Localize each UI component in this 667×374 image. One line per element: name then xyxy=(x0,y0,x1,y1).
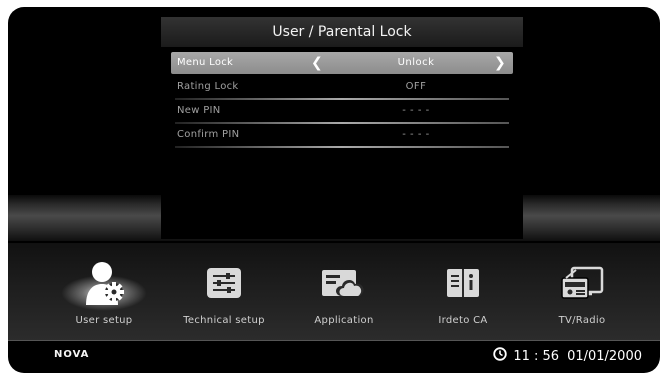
row-label: Menu Lock xyxy=(177,57,234,68)
menu-item-tv-radio[interactable]: TV/Radio xyxy=(527,257,637,326)
menu-item-application[interactable]: Application xyxy=(289,257,399,326)
main-menu: User setup Technical setup Application I… xyxy=(8,257,660,337)
settings-list: Menu Lock ❮ Unlock ❯ Rating Lock OFF New… xyxy=(161,52,523,148)
confirm-pin-row[interactable]: Confirm PIN - - - - xyxy=(171,124,513,148)
radio-tv-icon xyxy=(527,257,637,309)
clock-date: 01/01/2000 xyxy=(567,348,642,364)
row-value: - - - - xyxy=(402,129,430,140)
clock-time: 11 : 56 xyxy=(513,348,560,364)
parental-lock-dialog: User / Parental Lock Menu Lock ❮ Unlock … xyxy=(161,17,523,239)
new-pin-row[interactable]: New PIN - - - - xyxy=(171,100,513,124)
clock: 11 : 56 01/01/2000 xyxy=(493,347,642,365)
menu-item-label: Technical setup xyxy=(183,315,265,326)
status-bar: NOVA 11 : 56 01/01/2000 xyxy=(8,341,660,373)
row-value: OFF xyxy=(405,81,427,92)
sliders-icon xyxy=(169,257,279,309)
chevron-right-icon[interactable]: ❯ xyxy=(494,52,506,74)
row-label: Rating Lock xyxy=(177,81,239,92)
brand-logo: NOVA xyxy=(54,349,90,360)
row-value: - - - - xyxy=(402,105,430,116)
dialog-title: User / Parental Lock xyxy=(161,17,523,47)
menu-item-label: TV/Radio xyxy=(558,315,606,326)
row-label: Confirm PIN xyxy=(177,129,240,140)
menu-item-irdeto-ca[interactable]: Irdeto CA xyxy=(408,257,518,326)
clock-icon xyxy=(493,347,508,365)
menu-item-label: Application xyxy=(314,315,374,326)
cloud-app-icon xyxy=(289,257,399,309)
tv-screen: User / Parental Lock Menu Lock ❮ Unlock … xyxy=(8,7,660,373)
rating-lock-row[interactable]: Rating Lock OFF xyxy=(171,76,513,100)
menu-item-user-setup[interactable]: User setup xyxy=(49,257,159,326)
row-divider xyxy=(175,146,509,148)
menu-lock-row[interactable]: Menu Lock ❮ Unlock ❯ xyxy=(171,52,513,74)
row-value: Unlock xyxy=(397,57,435,68)
row-label: New PIN xyxy=(177,105,221,116)
menu-item-label: User setup xyxy=(75,315,133,326)
user-gear-icon xyxy=(49,257,159,309)
menu-item-technical-setup[interactable]: Technical setup xyxy=(169,257,279,326)
book-info-icon xyxy=(408,257,518,309)
menu-item-label: Irdeto CA xyxy=(438,315,488,326)
